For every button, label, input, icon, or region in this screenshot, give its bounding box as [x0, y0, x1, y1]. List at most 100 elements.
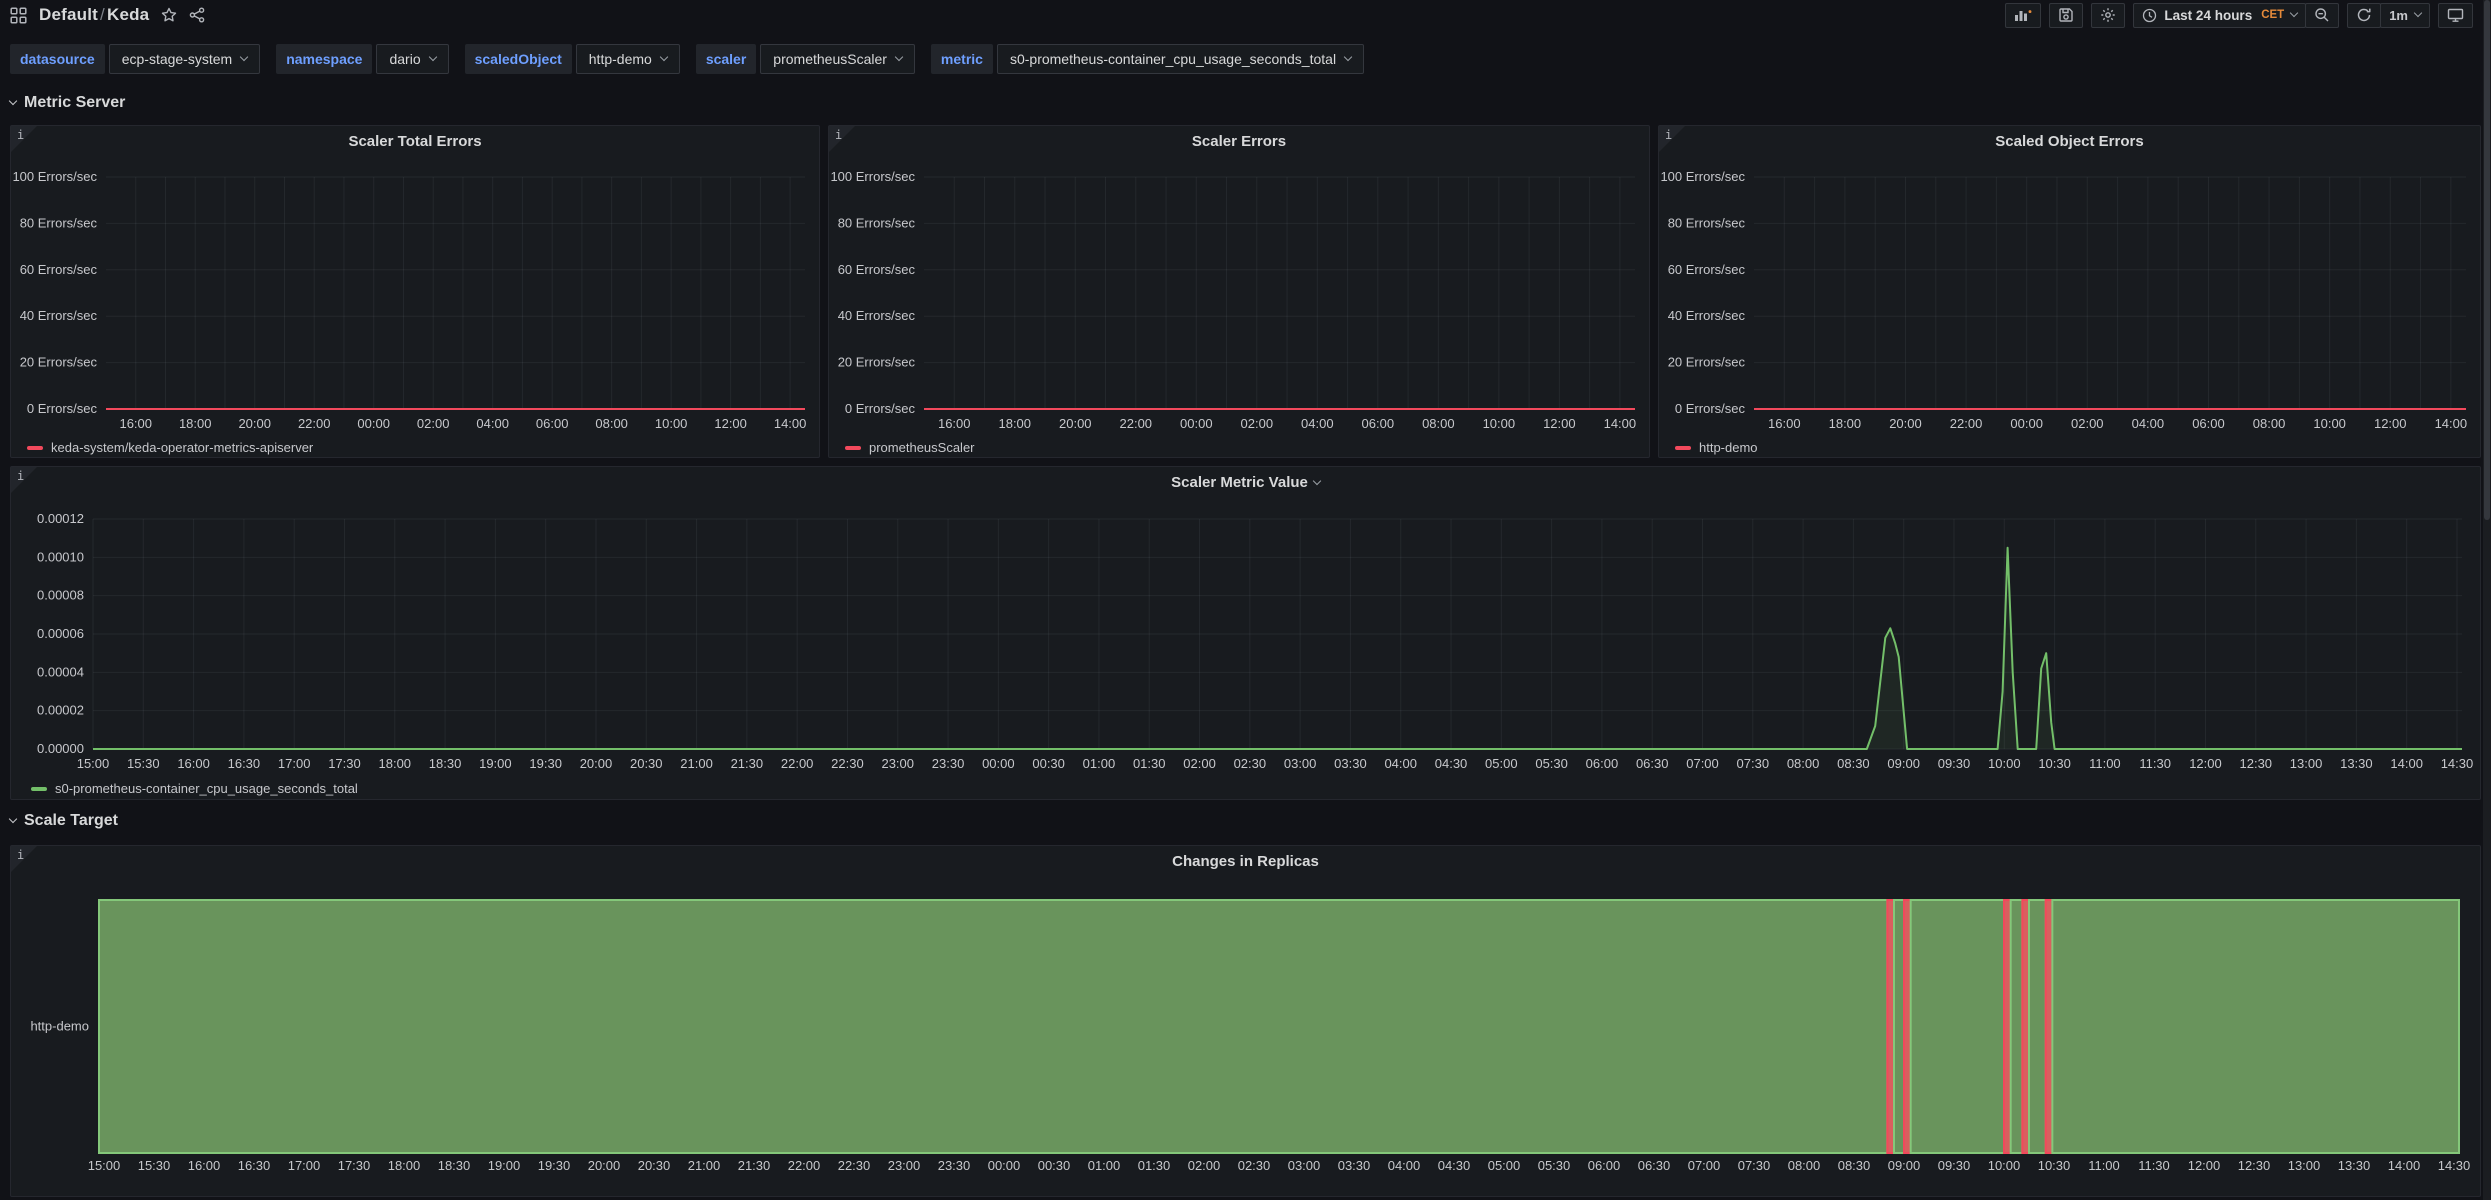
x-tick-label: 18:00: [388, 1158, 421, 1173]
x-tick-label: 07:30: [1738, 1158, 1771, 1173]
chevron-down-icon: [240, 53, 248, 61]
chart-svg: 15:0015:3016:0016:3017:0017:3018:0018:30…: [11, 876, 2480, 1196]
x-tick-label: 18:00: [1829, 416, 1862, 431]
refresh-button[interactable]: [2347, 3, 2381, 28]
panel-title[interactable]: Scaler Errors: [1192, 133, 1286, 150]
time-range-picker[interactable]: Last 24 hours CET: [2133, 3, 2306, 28]
legend-series-name[interactable]: keda-system/keda-operator-metrics-apiser…: [51, 440, 313, 455]
panel-header[interactable]: Scaler Total Errors: [11, 126, 819, 156]
panel-title[interactable]: Changes in Replicas: [1172, 853, 1319, 870]
time-range-label: Last 24 hours: [2164, 8, 2252, 23]
save-dashboard-button[interactable]: [2049, 3, 2083, 28]
x-tick-label: 18:30: [438, 1158, 471, 1173]
panel-menu-chevron-icon[interactable]: [1313, 477, 1321, 485]
panel-title[interactable]: Scaled Object Errors: [1995, 133, 2143, 150]
breadcrumb-root[interactable]: Default: [39, 5, 98, 24]
y-tick-label: 0.00012: [37, 511, 84, 526]
refresh-interval-picker[interactable]: 1m: [2380, 3, 2430, 28]
y-tick-label: 0 Errors/sec: [1675, 401, 1746, 416]
x-tick-label: 23:00: [881, 756, 914, 771]
y-tick-label: 40 Errors/sec: [20, 308, 98, 323]
panel-header[interactable]: Scaler Errors: [829, 126, 1649, 156]
x-tick-label: 10:00: [1483, 416, 1516, 431]
timeline-segment-ok: [2052, 900, 2459, 1153]
y-tick-label: 0.00004: [37, 664, 84, 679]
x-tick-label: 02:00: [1241, 416, 1274, 431]
legend-swatch: [1675, 446, 1691, 450]
breadcrumb-page[interactable]: Keda: [107, 5, 149, 24]
panel-scaler-errors: i Scaler Errors 16:0018:0020:0022:0000:0…: [828, 125, 1650, 458]
star-icon[interactable]: [161, 7, 177, 23]
x-tick-label: 20:00: [1889, 416, 1922, 431]
apps-grid-icon[interactable]: [10, 7, 27, 24]
x-tick-label: 16:00: [938, 416, 971, 431]
variable-value: http-demo: [589, 51, 652, 67]
page-scrollbar[interactable]: [2483, 0, 2491, 1200]
panel-header[interactable]: Scaled Object Errors: [1659, 126, 2480, 156]
x-tick-label: 03:30: [1338, 1158, 1371, 1173]
x-tick-label: 04:30: [1438, 1158, 1471, 1173]
legend-item[interactable]: prometheusScaler: [845, 440, 975, 455]
x-tick-label: 05:00: [1488, 1158, 1521, 1173]
breadcrumb[interactable]: Default/Keda: [39, 5, 149, 25]
legend-series-name[interactable]: http-demo: [1699, 440, 1758, 455]
add-panel-button[interactable]: [2005, 3, 2041, 28]
variable-value: ecp-stage-system: [122, 51, 232, 67]
x-tick-label: 02:00: [2071, 416, 2104, 431]
timeline-segment-ok: [1894, 900, 1904, 1153]
dashboard-settings-button[interactable]: [2091, 3, 2125, 28]
x-tick-label: 21:30: [738, 1158, 771, 1173]
chevron-down-icon: [2290, 9, 2298, 17]
variable-datasource: datasource ecp-stage-system: [10, 44, 260, 74]
share-icon[interactable]: [189, 7, 205, 23]
variable-value-dropdown[interactable]: http-demo: [576, 44, 680, 74]
chevron-down-icon: [660, 53, 668, 61]
x-tick-label: 01:30: [1133, 756, 1166, 771]
variable-value-dropdown[interactable]: dario: [376, 44, 448, 74]
legend-item[interactable]: http-demo: [1675, 440, 1758, 455]
variable-value-dropdown[interactable]: prometheusScaler: [760, 44, 915, 74]
legend-item[interactable]: s0-prometheus-container_cpu_usage_second…: [31, 781, 358, 796]
row-header-scale-target[interactable]: Scale Target: [10, 808, 118, 834]
legend-item[interactable]: keda-system/keda-operator-metrics-apiser…: [27, 440, 313, 455]
variable-label: namespace: [276, 44, 372, 74]
x-tick-label: 20:30: [638, 1158, 671, 1173]
x-tick-label: 06:00: [1586, 756, 1619, 771]
x-tick-label: 14:00: [1604, 416, 1637, 431]
y-tick-label: 0.00002: [37, 703, 84, 718]
x-tick-label: 22:00: [1120, 416, 1153, 431]
panel-title[interactable]: Scaler Metric Value: [1171, 474, 1308, 491]
y-tick-label: 0.00000: [37, 741, 84, 756]
scrollbar-thumb[interactable]: [2484, 0, 2490, 520]
panel-chart-area: 16:0018:0020:0022:0000:0002:0004:0006:00…: [11, 156, 819, 457]
x-tick-label: 00:00: [2010, 416, 2043, 431]
panel-header[interactable]: Scaler Metric Value: [11, 467, 2480, 497]
x-tick-label: 06:00: [1362, 416, 1395, 431]
legend-swatch: [31, 787, 47, 791]
legend-series-name[interactable]: prometheusScaler: [869, 440, 975, 455]
y-tick-label: 60 Errors/sec: [1668, 262, 1746, 277]
x-tick-label: 18:00: [179, 416, 212, 431]
kiosk-mode-button[interactable]: [2438, 3, 2473, 28]
x-tick-label: 17:30: [338, 1158, 371, 1173]
variable-value-dropdown[interactable]: s0-prometheus-container_cpu_usage_second…: [997, 44, 1364, 74]
panel-header[interactable]: Changes in Replicas: [11, 846, 2480, 876]
chevron-down-icon: [428, 53, 436, 61]
x-tick-label: 19:00: [479, 756, 512, 771]
variable-value: s0-prometheus-container_cpu_usage_second…: [1010, 51, 1336, 67]
variable-value-dropdown[interactable]: ecp-stage-system: [109, 44, 260, 74]
row-title: Scale Target: [24, 812, 118, 830]
zoom-out-time-button[interactable]: [2305, 3, 2339, 28]
x-tick-label: 16:00: [188, 1158, 221, 1173]
panel-chart-area: 15:0015:3016:0016:3017:0017:3018:0018:30…: [11, 876, 2480, 1196]
x-tick-label: 14:30: [2441, 756, 2474, 771]
x-tick-label: 12:00: [2374, 416, 2407, 431]
y-tick-label: 0 Errors/sec: [27, 401, 98, 416]
y-tick-label: 20 Errors/sec: [838, 355, 916, 370]
panel-title[interactable]: Scaler Total Errors: [348, 133, 481, 150]
legend-series-name[interactable]: s0-prometheus-container_cpu_usage_second…: [55, 781, 358, 796]
row-header-metric-server[interactable]: Metric Server: [10, 90, 125, 116]
breadcrumb-separator: /: [98, 5, 107, 24]
x-tick-label: 06:30: [1638, 1158, 1671, 1173]
x-tick-label: 02:30: [1238, 1158, 1271, 1173]
